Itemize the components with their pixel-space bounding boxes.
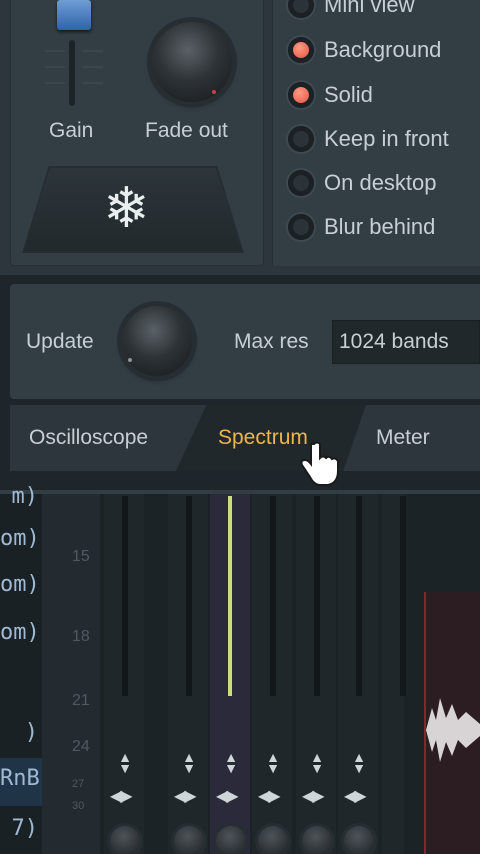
level-meter — [186, 496, 192, 696]
fader-tick — [45, 82, 65, 84]
pan-arrows-icon[interactable]: ◀▶ — [344, 786, 367, 806]
fade-out-label: Fade out — [145, 119, 228, 142]
route-arrows-icon[interactable]: ▲ ▼ — [220, 750, 242, 775]
list-item[interactable]: 7) — [0, 816, 42, 841]
route-arrows-icon[interactable]: ▲ ▼ — [348, 750, 370, 775]
level-meter — [400, 496, 406, 696]
waveform — [426, 698, 480, 762]
option-solid[interactable]: Solid — [288, 78, 373, 112]
list-item[interactable]: om) — [0, 526, 42, 551]
radio-button[interactable] — [288, 170, 314, 196]
level-meter — [314, 496, 320, 696]
route-arrows-icon[interactable]: ▲ ▼ — [114, 750, 136, 775]
fader-tick — [83, 66, 103, 68]
scale-label: 27 — [72, 778, 85, 790]
fader-tick — [45, 66, 65, 68]
tab-meter[interactable]: Meter — [376, 426, 430, 450]
list-item[interactable]: om) — [0, 572, 42, 597]
option-label: Solid — [324, 82, 373, 107]
send-knob[interactable] — [258, 826, 288, 854]
radio-button[interactable] — [288, 37, 314, 63]
option-label: Keep in front — [324, 126, 449, 151]
list-item[interactable]: om) — [0, 620, 42, 645]
pan-arrows-icon[interactable]: ◀▶ — [216, 786, 239, 806]
radio-button[interactable] — [288, 82, 314, 108]
option-blur-behind[interactable]: Blur behind — [288, 210, 435, 244]
send-knob[interactable] — [216, 826, 246, 854]
option-label: Background — [324, 37, 442, 62]
send-knob[interactable] — [174, 826, 204, 854]
pan-arrows-icon[interactable]: ◀▶ — [302, 786, 325, 806]
list-separator — [42, 494, 64, 854]
tab-spectrum[interactable]: Spectrum — [218, 426, 308, 450]
scale-label: 30 — [72, 800, 85, 812]
list-item[interactable]: RnB — [0, 766, 42, 791]
send-knob[interactable] — [110, 826, 140, 854]
radio-button[interactable] — [288, 126, 314, 152]
option-background[interactable]: Background — [288, 33, 441, 67]
knob-indicator — [128, 358, 132, 362]
scale-label: 24 — [72, 738, 90, 755]
radio-button[interactable] — [288, 214, 314, 240]
fader-tick — [83, 82, 103, 84]
scale-label: 21 — [72, 692, 90, 709]
send-knob[interactable] — [302, 826, 332, 854]
knob-indicator — [212, 90, 216, 94]
list-item[interactable]: m) — [0, 484, 42, 509]
gain-fader[interactable] — [35, 40, 110, 110]
option-label: Mini view — [324, 0, 415, 17]
route-arrows-icon[interactable]: ▲ ▼ — [178, 750, 200, 775]
pan-arrows-icon[interactable]: ◀▶ — [174, 786, 197, 806]
option-mini-view[interactable]: Mini view — [288, 0, 414, 22]
list-item[interactable]: ) — [0, 720, 42, 745]
option-on-desktop[interactable]: On desktop — [288, 166, 437, 200]
fader-tick — [83, 50, 103, 52]
fade-out-knob[interactable] — [152, 22, 232, 102]
tab-oscilloscope[interactable]: Oscilloscope — [29, 426, 148, 450]
level-meter — [122, 496, 128, 696]
level-meter — [228, 496, 232, 696]
send-knob[interactable] — [344, 826, 374, 854]
fader-tick — [45, 50, 65, 52]
pan-arrows-icon[interactable]: ◀▶ — [258, 786, 281, 806]
max-res-label: Max res — [234, 330, 309, 353]
max-res-field[interactable]: 1024 bands — [332, 320, 480, 364]
level-meter — [356, 496, 362, 696]
scale-label: 18 — [72, 628, 90, 645]
fader-groove — [69, 40, 75, 106]
pan-arrows-icon[interactable]: ◀▶ — [110, 786, 133, 806]
option-label: Blur behind — [324, 214, 436, 239]
scale-label: 15 — [72, 548, 90, 565]
option-label: On desktop — [324, 170, 437, 195]
radio-button[interactable] — [288, 0, 314, 18]
route-arrows-icon[interactable]: ▲ ▼ — [306, 750, 328, 775]
gain-label: Gain — [49, 119, 94, 142]
snowflake-icon: ❄ — [103, 176, 150, 239]
update-knob[interactable] — [122, 306, 192, 376]
level-meter — [270, 496, 276, 696]
gain-fader-handle[interactable] — [57, 0, 91, 30]
update-label: Update — [26, 330, 94, 353]
hand-cursor-icon — [300, 441, 339, 486]
option-keep-in-front[interactable]: Keep in front — [288, 122, 449, 156]
route-arrows-icon[interactable]: ▲ ▼ — [262, 750, 284, 775]
